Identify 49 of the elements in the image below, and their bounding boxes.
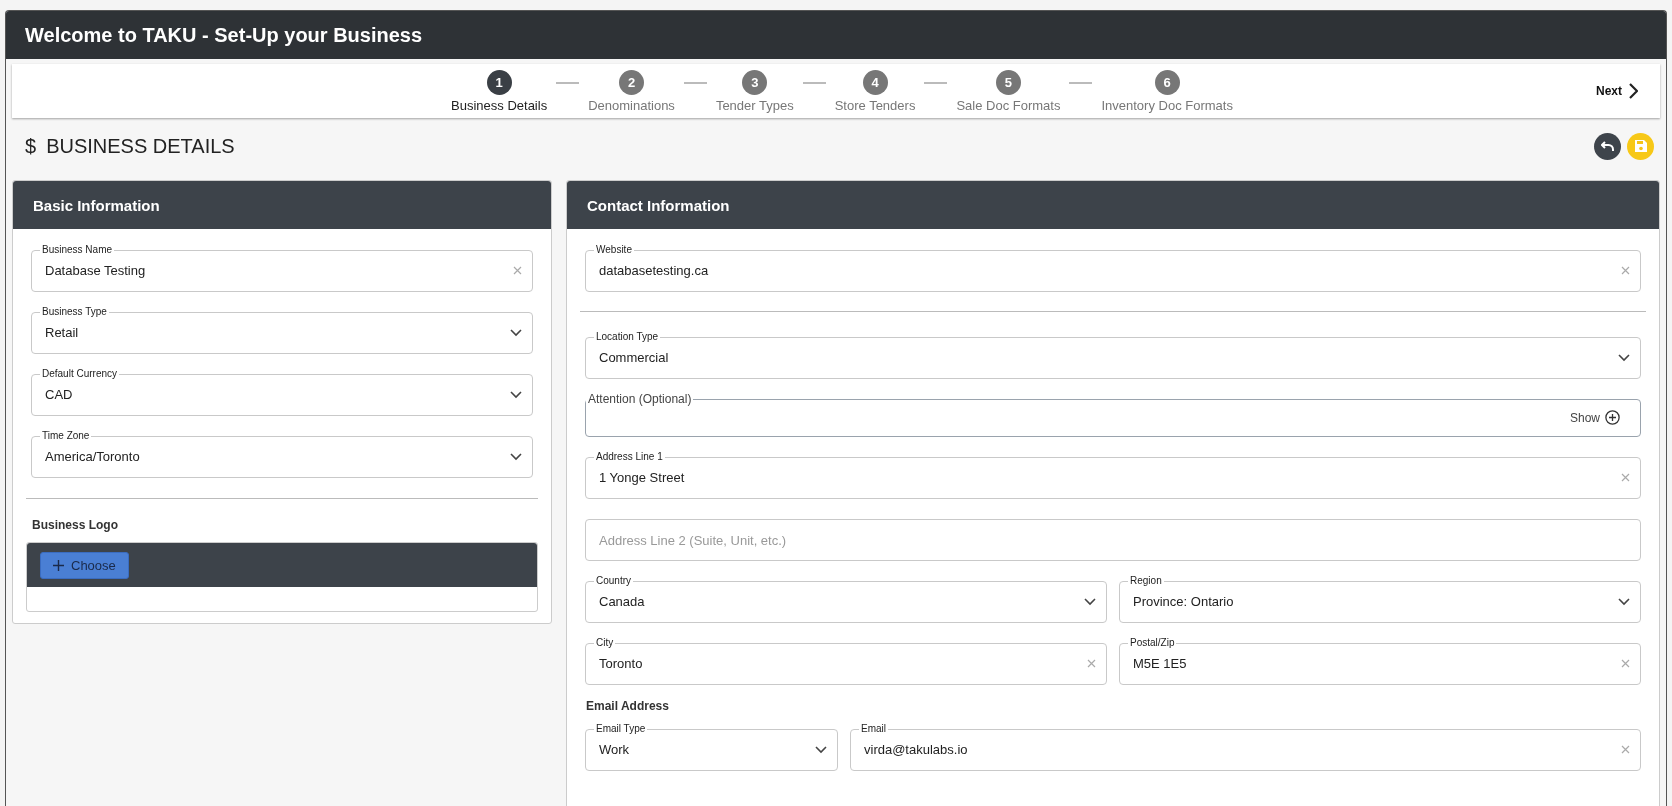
chevron-down-icon (510, 328, 522, 337)
text-field[interactable]: Email virda@takulabs.io (850, 723, 1641, 771)
text-field[interactable]: Address Line 2 (Suite, Unit, etc.) (585, 519, 1641, 561)
text-field[interactable]: Website databasetesting.ca (585, 244, 1641, 292)
next-button[interactable]: Next (1592, 79, 1642, 103)
clear-icon (1621, 473, 1630, 482)
undo-button[interactable] (1594, 132, 1621, 160)
chevron-down-icon (1618, 353, 1630, 362)
dropdown-field[interactable]: Default Currency CAD (31, 368, 533, 416)
step-tab[interactable]: 2 Denominations (588, 69, 675, 113)
step-tab[interactable]: 1 Business Details (451, 69, 548, 113)
dropdown-field[interactable]: Region Province: Ontario (1119, 575, 1641, 623)
clear-icon (1621, 659, 1630, 668)
dropdown-field[interactable]: Business Type Retail (31, 306, 533, 354)
plus-circle-icon (1605, 410, 1620, 425)
window-title: Welcome to TAKU - Set-Up your Business (25, 23, 423, 47)
choose-button[interactable]: Choose (40, 551, 129, 579)
chevron-down-icon (1618, 597, 1630, 606)
show-button[interactable]: Show (1569, 410, 1620, 431)
section-heading: Business Logo (32, 518, 119, 532)
section-heading: Email Address (586, 699, 670, 713)
dropdown-field[interactable]: Email Type Work (585, 723, 838, 771)
step-tab[interactable]: 4 Store Tenders (834, 69, 916, 113)
chevron-right-icon (1628, 83, 1638, 99)
text-field[interactable]: Address Line 1 1 Yonge Street (585, 451, 1641, 499)
clear-icon (1621, 745, 1630, 754)
text-field[interactable]: City Toronto (585, 637, 1107, 685)
dropdown-field[interactable]: Location Type Commercial (585, 331, 1641, 379)
panel-title: Basic Information (33, 196, 160, 214)
clear-icon (1621, 266, 1630, 275)
dropdown-field[interactable]: Country Canada (585, 575, 1107, 623)
attention-field[interactable]: Attention (Optional) Show (585, 393, 1641, 437)
plus-icon (53, 559, 64, 571)
step-tab[interactable]: 3 Tender Types (715, 69, 794, 113)
dropdown-field[interactable]: Time Zone America/Toronto (31, 430, 533, 478)
chevron-down-icon (510, 390, 522, 399)
step-tab[interactable]: 5 Sale Doc Formats (956, 69, 1061, 113)
step-tab[interactable]: 6 Inventory Doc Formats (1101, 69, 1233, 113)
page-title: BUSINESS DETAILS (46, 134, 235, 158)
chevron-down-icon (815, 745, 827, 754)
dollar-icon: $ (25, 134, 37, 158)
chevron-down-icon (510, 452, 522, 461)
chevron-down-icon (1084, 597, 1096, 606)
text-field[interactable]: Postal/Zip M5E 1E5 (1119, 637, 1641, 685)
undo-icon (1600, 140, 1615, 152)
clear-icon (513, 266, 522, 275)
clear-icon (1087, 659, 1096, 668)
text-field[interactable]: Business Name Database Testing (31, 244, 533, 292)
panel-title: Contact Information (587, 196, 730, 214)
